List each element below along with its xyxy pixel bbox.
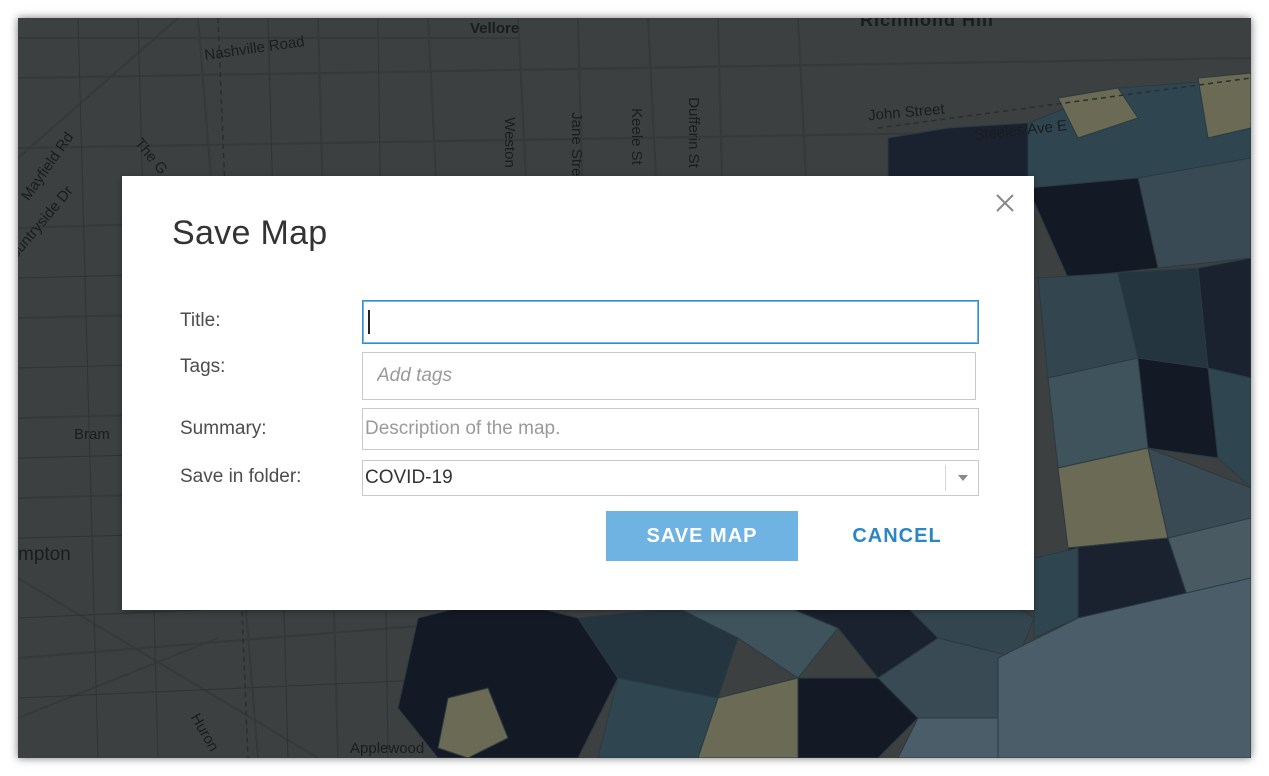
app-window: Nashville Road Vellore Richmond Hill Joh… xyxy=(18,18,1251,758)
folder-select[interactable]: COVID-19 xyxy=(362,460,979,496)
save-map-button[interactable]: SAVE MAP xyxy=(606,511,798,561)
cancel-button[interactable]: CANCEL xyxy=(822,511,972,561)
select-divider xyxy=(945,465,946,491)
folder-label: Save in folder: xyxy=(180,466,302,487)
folder-select-value: COVID-19 xyxy=(365,467,453,488)
title-label: Title: xyxy=(180,310,221,331)
close-button[interactable] xyxy=(992,190,1018,216)
summary-input[interactable] xyxy=(362,408,979,450)
text-caret xyxy=(368,310,370,334)
save-map-dialog: Save Map Title: Tags: Summary: Save in f… xyxy=(122,176,1034,610)
chevron-down-icon xyxy=(958,475,968,481)
summary-label: Summary: xyxy=(180,418,267,439)
tags-input[interactable] xyxy=(362,352,976,400)
close-icon xyxy=(996,194,1014,212)
title-input[interactable] xyxy=(362,300,979,344)
folder-row: Save in folder: COVID-19 xyxy=(180,460,980,496)
tags-label: Tags: xyxy=(180,356,226,377)
tags-row: Tags: xyxy=(180,352,980,400)
title-row: Title: xyxy=(180,300,980,344)
dialog-title: Save Map xyxy=(172,214,328,252)
summary-row: Summary: xyxy=(180,408,980,450)
